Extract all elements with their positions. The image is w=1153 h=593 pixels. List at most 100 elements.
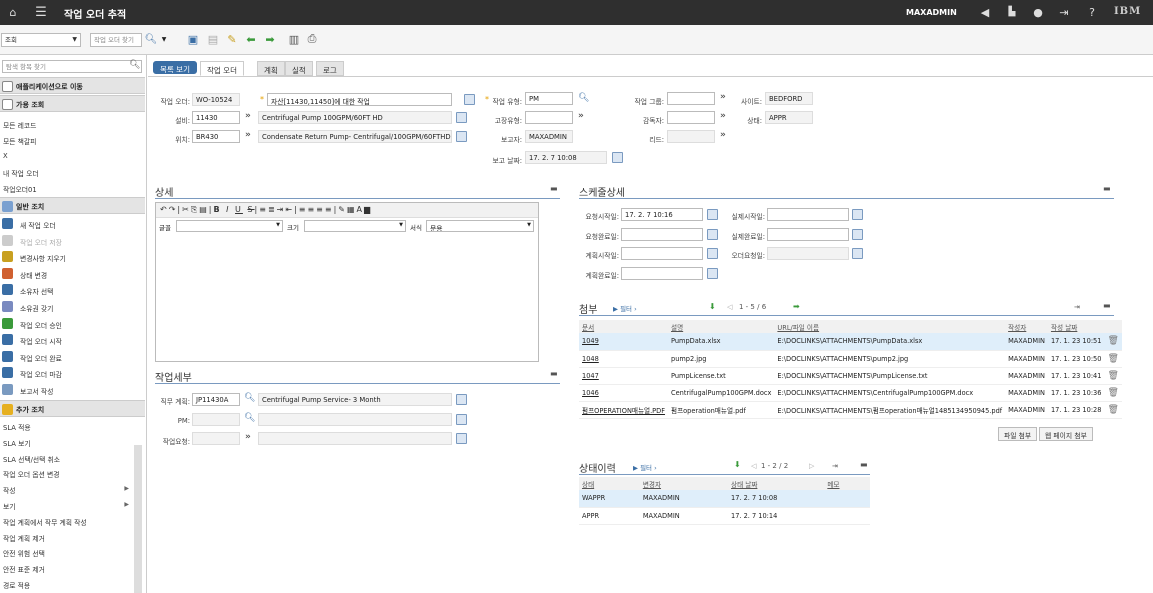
download-table-icon[interactable]: ⇥ (1074, 303, 1080, 311)
filter-button[interactable]: ▶ 필터 › (633, 462, 657, 472)
copy-icon[interactable]: ⎘ (191, 205, 199, 214)
home-icon[interactable]: ⌂ (6, 5, 20, 19)
schedule-date-field[interactable] (621, 227, 703, 241)
action-item[interactable]: 작업 오더 완료 (0, 350, 145, 363)
query-item[interactable]: 모든 레코드 (0, 120, 145, 130)
more-action-item[interactable]: SLA 선택/선택 취소 (0, 454, 145, 464)
table-row[interactable]: WAPPR MAXADMIN 17. 2. 7 10:08 (579, 490, 870, 508)
outdent-icon[interactable]: ⇤ (285, 205, 294, 214)
filter-button[interactable]: ▶ 필터 › (613, 303, 637, 313)
delete-icon[interactable]: 🗑︎ (1104, 333, 1122, 351)
align-right-icon[interactable]: ≡ (316, 205, 325, 214)
lead-menu-icon[interactable]: » (720, 130, 726, 140)
font-color-icon[interactable]: A (357, 205, 364, 214)
search-icon[interactable]: 🔍︎ (244, 413, 255, 423)
sidebar-search-input[interactable]: 탐색 항목 찾기 (2, 60, 142, 73)
query-item[interactable]: X (0, 152, 145, 160)
goto-applications[interactable]: 애플리케이션으로 이동 (0, 77, 145, 94)
save-icon[interactable]: ▤ (206, 32, 220, 46)
highlight-icon[interactable]: ✎ (338, 205, 347, 214)
list-icon[interactable]: ≡ (259, 205, 268, 214)
justify-icon[interactable]: ≡ (325, 205, 334, 214)
common-actions-header[interactable]: 일반 조치 (0, 197, 145, 214)
download-table-icon[interactable]: ⇥ (832, 462, 838, 470)
calendar-icon[interactable] (852, 228, 863, 240)
collapse-icon[interactable]: ▬ (1103, 184, 1111, 193)
more-action-item[interactable]: 작성 ▶ (0, 485, 145, 495)
work-group-field[interactable] (667, 92, 715, 105)
action-item[interactable]: 작업 오더 시작 (0, 334, 145, 346)
announcement-icon[interactable]: ◀ (978, 5, 992, 19)
collapse-icon[interactable]: ▬ (860, 460, 868, 469)
long-description-icon[interactable] (464, 94, 475, 105)
new-record-icon[interactable]: ▣ (186, 32, 200, 46)
column-header[interactable]: 상태 날짜 (728, 477, 825, 490)
more-action-item[interactable]: SLA 보기 (0, 438, 145, 448)
download-icon[interactable]: ⬇ (734, 460, 741, 469)
more-action-item[interactable]: SLA 적용 (0, 422, 145, 432)
tab-3[interactable]: 로그 (316, 61, 344, 76)
more-action-item[interactable]: 안전 표준 제거 (0, 564, 145, 574)
more-action-item[interactable]: 안전 위험 선택 (0, 548, 145, 558)
font-select[interactable]: ▼ (176, 220, 283, 232)
long-description-icon[interactable] (456, 131, 467, 142)
calendar-icon[interactable] (612, 152, 623, 163)
find-work-order-input[interactable]: 작업 오더 찾기 (90, 33, 142, 47)
strikethrough-icon[interactable]: S (247, 205, 254, 214)
table-icon[interactable]: ▦ (347, 205, 357, 214)
query-item[interactable]: 모든 책갈피 (0, 136, 145, 146)
asset-detail-menu-icon[interactable]: » (245, 111, 251, 121)
delete-icon[interactable]: 🗑︎ (1104, 367, 1122, 385)
more-action-item[interactable]: 작업 계획 제거 (0, 533, 145, 543)
document-link[interactable]: 펌프OPERATION매뉴얼.PDF (579, 401, 669, 419)
schedule-date-field[interactable] (767, 208, 849, 221)
location-field[interactable]: BR430 (192, 130, 240, 143)
previous-page-icon[interactable]: ◁ (727, 303, 732, 311)
collapse-icon[interactable]: ▬ (550, 184, 558, 193)
column-header[interactable]: 설명 (668, 320, 775, 333)
action-item[interactable]: 작업 오더 마감 (0, 367, 145, 379)
next-page-icon[interactable]: ▷ (809, 462, 814, 470)
jobplan-field[interactable]: JP11430A (192, 393, 240, 406)
column-header[interactable]: 작성자 (1005, 320, 1048, 333)
table-row[interactable]: APPR MAXADMIN 17. 2. 7 10:14 (579, 507, 870, 525)
action-item[interactable]: 상태 변경 (0, 267, 145, 280)
table-row[interactable]: 1046 CentrifugalPump100GPM.docx E:\DOCLINK… (579, 384, 1122, 402)
query-item[interactable]: 내 작업 오더 (0, 168, 145, 178)
more-action-item[interactable]: 경로 적용 (0, 580, 145, 590)
query-item[interactable]: 작업오더01 (0, 184, 145, 194)
wo-description-field[interactable]: 자산[11430,11450]에 대한 작업 (267, 93, 452, 106)
document-link[interactable]: 1047 (579, 367, 669, 385)
column-header[interactable]: 메모 (824, 477, 870, 490)
tab-2[interactable]: 실적 (285, 61, 313, 76)
collapse-icon[interactable]: ▬ (550, 369, 558, 378)
document-link[interactable]: 1049 (579, 333, 669, 351)
long-description-icon[interactable] (456, 394, 467, 405)
more-action-item[interactable]: 작업 오더 옵션 변경 (0, 469, 145, 479)
column-header[interactable]: 상태 (579, 477, 640, 490)
bg-color-icon[interactable]: ▆ (364, 205, 372, 214)
next-record-icon[interactable]: ➡ (263, 32, 277, 46)
undo-icon[interactable]: ↶ (160, 205, 169, 214)
report-chart-icon[interactable]: ▙ (1005, 5, 1019, 19)
action-item[interactable]: 소유권 갖기 (0, 301, 145, 313)
action-item[interactable]: 작업 오더 저장 (0, 234, 145, 247)
delete-icon[interactable]: 🗑︎ (1104, 401, 1122, 419)
next-page-icon[interactable]: ➡ (793, 302, 800, 311)
worktype-field[interactable]: PM (525, 92, 573, 105)
print-icon[interactable]: ⎙ (305, 32, 319, 46)
asset-field[interactable]: 11430 (192, 111, 240, 124)
supervisor-field[interactable] (667, 111, 715, 124)
chevron-down-icon[interactable]: ▼ (157, 32, 171, 46)
action-item[interactable]: 소유자 선택 (0, 284, 145, 296)
collapse-icon[interactable]: ▬ (1103, 301, 1111, 310)
table-row[interactable]: 1047 PumpLicense.txt E:\DOCLINKS\ATTACHMEN… (579, 367, 1122, 385)
wo-number-field[interactable]: WO-10524 (192, 93, 240, 106)
column-header[interactable]: 변경자 (639, 477, 729, 490)
clear-changes-icon[interactable]: ✎ (225, 32, 239, 46)
column-header[interactable]: 작성 날짜 (1047, 320, 1105, 333)
action-item[interactable]: 작업 오더 승인 (0, 317, 145, 330)
logout-icon[interactable]: ⇥ (1057, 5, 1071, 19)
schedule-date-field[interactable] (621, 266, 703, 280)
long-description-icon[interactable] (456, 414, 467, 425)
